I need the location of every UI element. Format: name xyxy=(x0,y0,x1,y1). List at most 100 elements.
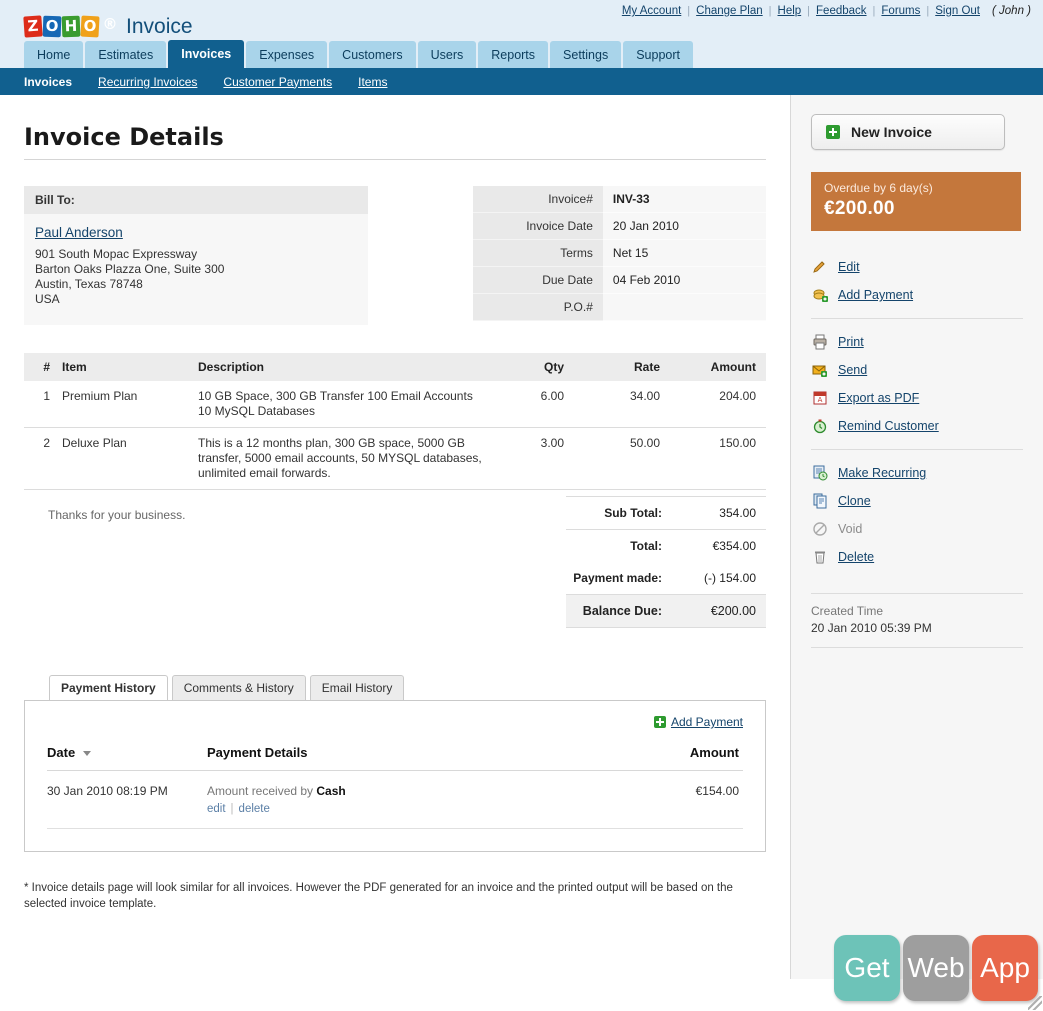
totals-row-total: Total: €354.00 xyxy=(566,529,766,562)
action-void-label: Void xyxy=(838,522,863,536)
cell-item: Premium Plan xyxy=(54,381,190,428)
tab-payment-history[interactable]: Payment History xyxy=(49,675,168,701)
subnav-item-recurring-invoices[interactable]: Recurring Invoices xyxy=(98,75,197,89)
registered-trademark-icon: ® xyxy=(102,15,118,33)
get-web-app-badge[interactable]: Get Web App xyxy=(834,935,1038,1001)
tab-reports[interactable]: Reports xyxy=(478,41,549,68)
link-change-plan[interactable]: Change Plan xyxy=(690,5,769,17)
created-time-block: Created Time 20 Jan 2010 05:39 PM xyxy=(811,593,1023,648)
action-print[interactable]: Print xyxy=(811,328,1023,356)
tab-home[interactable]: Home xyxy=(24,41,84,68)
meta-label-invoice-number: Invoice# xyxy=(472,186,603,213)
page-footnote: * Invoice details page will look similar… xyxy=(24,882,733,910)
totals-row-payment-made: Payment made: (-) 154.00 xyxy=(566,562,766,595)
copy-icon xyxy=(811,492,829,510)
action-clone[interactable]: Clone xyxy=(811,487,1023,515)
link-forums[interactable]: Forums xyxy=(875,5,926,17)
tab-estimates[interactable]: Estimates xyxy=(85,41,167,68)
logo-product-name: Invoice xyxy=(126,15,193,38)
line-items-body: 1 Premium Plan 10 GB Space, 300 GB Trans… xyxy=(24,381,766,490)
link-feedback[interactable]: Feedback xyxy=(810,5,873,17)
payment-history-header-row: Date Payment Details Amount xyxy=(47,741,743,771)
cell-qty: 6.00 xyxy=(496,381,572,428)
address-line-3: Austin, Texas 78748 xyxy=(35,277,143,291)
action-add-payment[interactable]: Add Payment xyxy=(811,281,1023,309)
action-remind-customer[interactable]: Remind Customer xyxy=(811,412,1023,440)
totals-label-balance-due: Balance Due: xyxy=(566,594,678,628)
payment-row-actions: edit | delete xyxy=(207,803,629,815)
sort-desc-icon[interactable] xyxy=(83,751,92,757)
link-my-account[interactable]: My Account xyxy=(616,5,687,17)
cell-payment-details: Amount received by Cash edit | delete xyxy=(207,770,629,829)
tab-support[interactable]: Support xyxy=(623,41,693,68)
payment-history-panel: Add Payment Date Payment Details Amount … xyxy=(24,700,766,852)
zoho-invoice-logo[interactable]: Z O H O ® Invoice xyxy=(23,15,193,38)
thanks-note: Thanks for your business. xyxy=(48,508,186,522)
created-time-label: Created Time xyxy=(811,604,884,618)
totals-label-total: Total: xyxy=(566,529,678,562)
tab-comments-and-history[interactable]: Comments & History xyxy=(171,675,306,700)
subnav-item-invoices[interactable]: Invoices xyxy=(24,75,72,89)
action-delete[interactable]: Delete xyxy=(811,543,1023,571)
col-date[interactable]: Date xyxy=(47,741,207,771)
totals-label-payment-made: Payment made: xyxy=(573,571,662,585)
void-icon xyxy=(811,520,829,538)
totals-value-payment-made: (-) 154.00 xyxy=(703,571,756,585)
add-payment-label[interactable]: Add Payment xyxy=(671,715,743,729)
tab-invoices[interactable]: Invoices xyxy=(168,40,245,68)
tab-expenses[interactable]: Expenses xyxy=(246,41,328,68)
action-edit-label: Edit xyxy=(838,260,860,274)
tab-email-history[interactable]: Email History xyxy=(309,675,405,700)
payment-method: Cash xyxy=(316,784,346,798)
col-qty: Qty xyxy=(496,353,572,381)
plus-icon xyxy=(653,716,666,728)
logo-tile-h: H xyxy=(61,15,81,38)
subnav-item-customer-payments[interactable]: Customer Payments xyxy=(223,75,332,89)
delete-payment-link[interactable]: delete xyxy=(239,803,270,815)
totals-value-subtotal: 354.00 xyxy=(678,496,766,530)
new-invoice-button[interactable]: New Invoice xyxy=(811,114,1005,150)
logo-tile-o-first: O xyxy=(42,15,62,38)
subnav-item-items[interactable]: Items xyxy=(358,75,387,89)
tab-settings[interactable]: Settings xyxy=(550,41,622,68)
address-line-1: 901 South Mopac Expressway xyxy=(35,247,198,261)
new-invoice-label: New Invoice xyxy=(851,124,932,140)
window-resize-handle[interactable] xyxy=(1028,996,1042,1010)
zoho-logo-tiles: Z O H O ® xyxy=(23,15,120,38)
col-date-label: Date xyxy=(47,745,76,760)
action-make-recurring[interactable]: Make Recurring xyxy=(811,459,1023,487)
pencil-icon xyxy=(811,258,829,276)
action-send[interactable]: Send xyxy=(811,356,1023,384)
customer-name-link[interactable]: Paul Anderson xyxy=(35,225,123,240)
action-make-recurring-label: Make Recurring xyxy=(838,466,927,480)
cell-qty: 3.00 xyxy=(496,427,572,490)
action-clone-label: Clone xyxy=(838,494,871,508)
bill-to-body: Paul Anderson 901 South Mopac Expressway… xyxy=(24,214,368,325)
action-separator: | xyxy=(230,803,234,815)
action-void: Void xyxy=(811,515,1023,543)
main-content: Invoice Details Bill To: Paul Anderson 9… xyxy=(0,95,790,979)
link-sign-out[interactable]: Sign Out xyxy=(929,5,986,17)
title-divider xyxy=(24,159,766,160)
history-tabs: Payment History Comments & History Email… xyxy=(24,674,766,701)
meta-label-po-number: P.O.# xyxy=(472,293,603,321)
totals-row-subtotal: Sub Total: 354.00 xyxy=(566,496,766,530)
table-row: 30 Jan 2010 08:19 PM Amount received by … xyxy=(47,770,743,829)
edit-payment-link[interactable]: edit xyxy=(207,803,226,815)
col-rate: Rate xyxy=(572,353,668,381)
cell-rate: 50.00 xyxy=(572,427,668,490)
cell-rate: 34.00 xyxy=(572,381,668,428)
status-badge-text: Overdue by 6 day(s) xyxy=(824,181,933,195)
logo-tile-o-second: O xyxy=(80,15,100,38)
tab-customers[interactable]: Customers xyxy=(329,41,416,68)
action-edit[interactable]: Edit xyxy=(811,253,1023,281)
add-payment-button[interactable]: Add Payment xyxy=(653,715,743,729)
link-help[interactable]: Help xyxy=(772,5,808,17)
action-delete-label: Delete xyxy=(838,550,875,564)
line-items-header: # Item Description Qty Rate Amount xyxy=(24,353,766,381)
action-export-as-pdf[interactable]: A Export as PDF xyxy=(811,384,1023,412)
action-print-label: Print xyxy=(838,335,864,349)
primary-tabs: Home Estimates Invoices Expenses Custome… xyxy=(24,40,695,68)
address-line-2: Barton Oaks Plazza One, Suite 300 xyxy=(35,262,225,276)
tab-users[interactable]: Users xyxy=(417,41,477,68)
